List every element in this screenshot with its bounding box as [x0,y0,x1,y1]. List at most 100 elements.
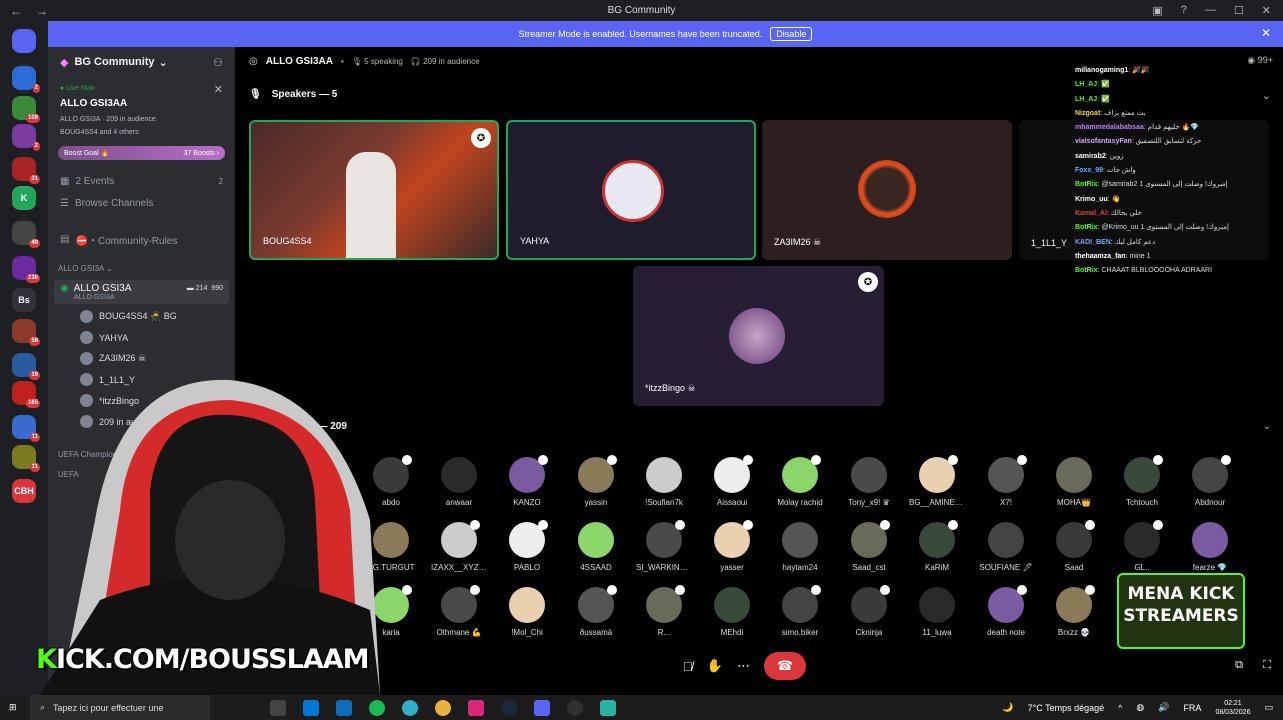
voice-member[interactable]: YAHYA [48,327,235,348]
chevron-up-icon[interactable]: ^ [1118,703,1122,713]
server-icon[interactable] [12,29,36,53]
audience-member[interactable]: yasser [704,520,760,580]
speaker-tile[interactable]: YAHYA [506,120,756,260]
server-icon[interactable]: 58 [12,319,40,346]
mute-icon[interactable]: 🎙̸ [683,659,693,674]
audience-member[interactable]: Tchtouch [1114,455,1170,515]
audience-member[interactable]: Brxzz 💀 [1046,585,1102,645]
chrome-icon[interactable] [435,699,451,716]
discord-icon[interactable] [534,699,550,716]
windows-start-icon[interactable]: ⊞ [9,702,17,713]
server-icon[interactable]: 2 [12,66,40,93]
audience-member[interactable]: SI_WARKINGv™ [636,520,692,580]
instagram-icon[interactable] [468,699,484,716]
server-icon[interactable]: 31 [12,157,40,184]
speaker-tile[interactable]: ✪ BOUG4SS4 [249,120,499,260]
edge-icon[interactable] [402,699,418,716]
help-icon[interactable]: ? [1181,4,1187,17]
taskbar-search[interactable]: ⌕ Tapez ici pour effectuer une [30,695,210,720]
clock[interactable]: 02:21 08/03/2026 [1215,699,1250,717]
volume-icon[interactable]: 🔊 [1158,702,1169,713]
collapse-audience-icon[interactable]: ⌄ [1263,421,1271,432]
disable-streamer-mode-button[interactable]: Disable [770,27,813,41]
language-indicator[interactable]: FRA [1183,703,1201,713]
network-icon[interactable]: ◍ [1136,702,1144,713]
boost-goal-bar[interactable]: Boost Goal 🔥 37 Boosts › [58,146,225,160]
more-options-icon[interactable]: ⋯ [737,658,750,674]
audience-member[interactable]: GL.. [1114,520,1170,580]
maximize-icon[interactable]: ☐ [1234,4,1244,17]
role-badge-icon [811,455,821,465]
app-icon[interactable] [600,699,616,716]
audience-member[interactable]: Saad [1046,520,1102,580]
close-banner-icon[interactable]: ✕ [1261,26,1271,40]
audience-member[interactable]: fearze 💎 [1182,522,1238,580]
audience-member[interactable]: Saad_cst [841,520,897,580]
task-view-icon[interactable] [270,699,286,716]
weather-text[interactable]: 7°C Temps dégagé [1028,703,1104,713]
close-window-icon[interactable]: ✕ [1262,4,1271,17]
spotify-icon[interactable] [369,699,385,716]
audience-member[interactable]: KaRiM [909,520,965,580]
browse-channels-item[interactable]: ☰ Browse Channels [48,192,235,214]
audience-member[interactable]: Ckninja [841,585,897,645]
chat-text: : mine 1 [1125,252,1151,260]
obs-icon[interactable] [567,699,583,716]
server-icon[interactable]: 2 [12,124,40,151]
audience-member[interactable]: Tony_x9! ♛ [841,457,897,515]
back-arrow-icon[interactable]: ← [10,4,22,18]
rules-channel[interactable]: ▤ ⛔・Community-Rules [48,228,235,250]
audience-member[interactable]: KANZO [499,455,555,515]
guild-header[interactable]: ◆ BG Community ⌄ ⚇ [48,47,235,77]
server-icon[interactable]: 109 [12,96,40,123]
inbox-icon[interactable]: ▣ [1152,4,1162,17]
outlook-icon[interactable] [336,699,352,716]
raise-hand-icon[interactable]: ✋ [707,658,723,674]
forward-arrow-icon[interactable]: → [36,4,48,18]
audience-member[interactable]: SOUFIANE 🖊 [978,522,1034,580]
speaker-tile[interactable]: ✪ *itzzBingo ☠ [633,266,884,406]
category-header[interactable]: ALLO GSI3A ⌄ [48,258,235,278]
close-icon[interactable]: ✕ [214,83,223,96]
audience-member[interactable]: yassin [568,455,624,515]
audience-member[interactable]: death note [978,585,1034,645]
audience-member[interactable]: !Mol_Chi [499,587,555,645]
steam-icon[interactable] [501,699,517,716]
audience-member[interactable]: 4SSAAD [568,522,624,580]
audience-member[interactable]: !Soufian7k [636,457,692,515]
popout-icon[interactable]: ⧉ [1235,659,1243,672]
audience-member[interactable]: haytam24 [772,522,828,580]
fullscreen-icon[interactable]: ⛶ [1263,659,1271,672]
server-icon[interactable]: 236 [12,256,40,283]
voice-member[interactable]: ZA3IM26 ☠ [48,348,235,369]
notifications-icon[interactable]: ▭ [1264,702,1273,713]
minimize-icon[interactable]: — [1205,4,1216,17]
audience-member[interactable]: BG__AMINE_... [909,455,965,515]
audience-member[interactable]: MOHA👑 [1046,457,1102,515]
voice-member[interactable]: BOUG4SS4 🥷 BG [48,306,235,327]
live-stage-card[interactable]: ● Live Now ALLO GSI3AA ALLO GSI3A · 209 … [56,81,227,140]
audience-member[interactable]: simo.biker [772,585,828,645]
chat-username: samirab2 [1075,152,1106,160]
server-icon[interactable]: K [12,186,36,210]
audience-member[interactable]: Aissaoui [704,455,760,515]
audience-member[interactable]: anwaar [431,457,487,515]
audience-member[interactable]: Abdnour [1182,455,1238,515]
server-icon[interactable]: 49 [12,221,40,248]
audience-member[interactable]: ðussamä [568,585,624,645]
server-icon[interactable]: Bs [12,288,36,312]
audience-member[interactable]: 11_luwa [909,587,965,645]
audience-member[interactable]: MEhdi [704,587,760,645]
audience-member[interactable]: IZAXX__XYZ 👾 [431,520,487,580]
audience-member[interactable]: R... [636,585,692,645]
events-item[interactable]: ▦ 2 Events 2 [48,170,235,192]
speaker-tile[interactable]: ZA3IM26 ☠ [762,120,1012,260]
voice-channel[interactable]: ◉ ALLO GSI3A ▬ 214 990 ALLO GSI3A [54,280,229,304]
audience-member[interactable]: Othmane 💪 [431,585,487,645]
leave-stage-button[interactable]: ☎ [763,652,806,680]
audience-member[interactable]: Molay rachid [772,455,828,515]
audience-member[interactable]: PABLO [499,520,555,580]
store-icon[interactable] [303,699,319,716]
add-member-icon[interactable]: ⚇ [213,56,223,69]
audience-member[interactable]: X7! [978,455,1034,515]
